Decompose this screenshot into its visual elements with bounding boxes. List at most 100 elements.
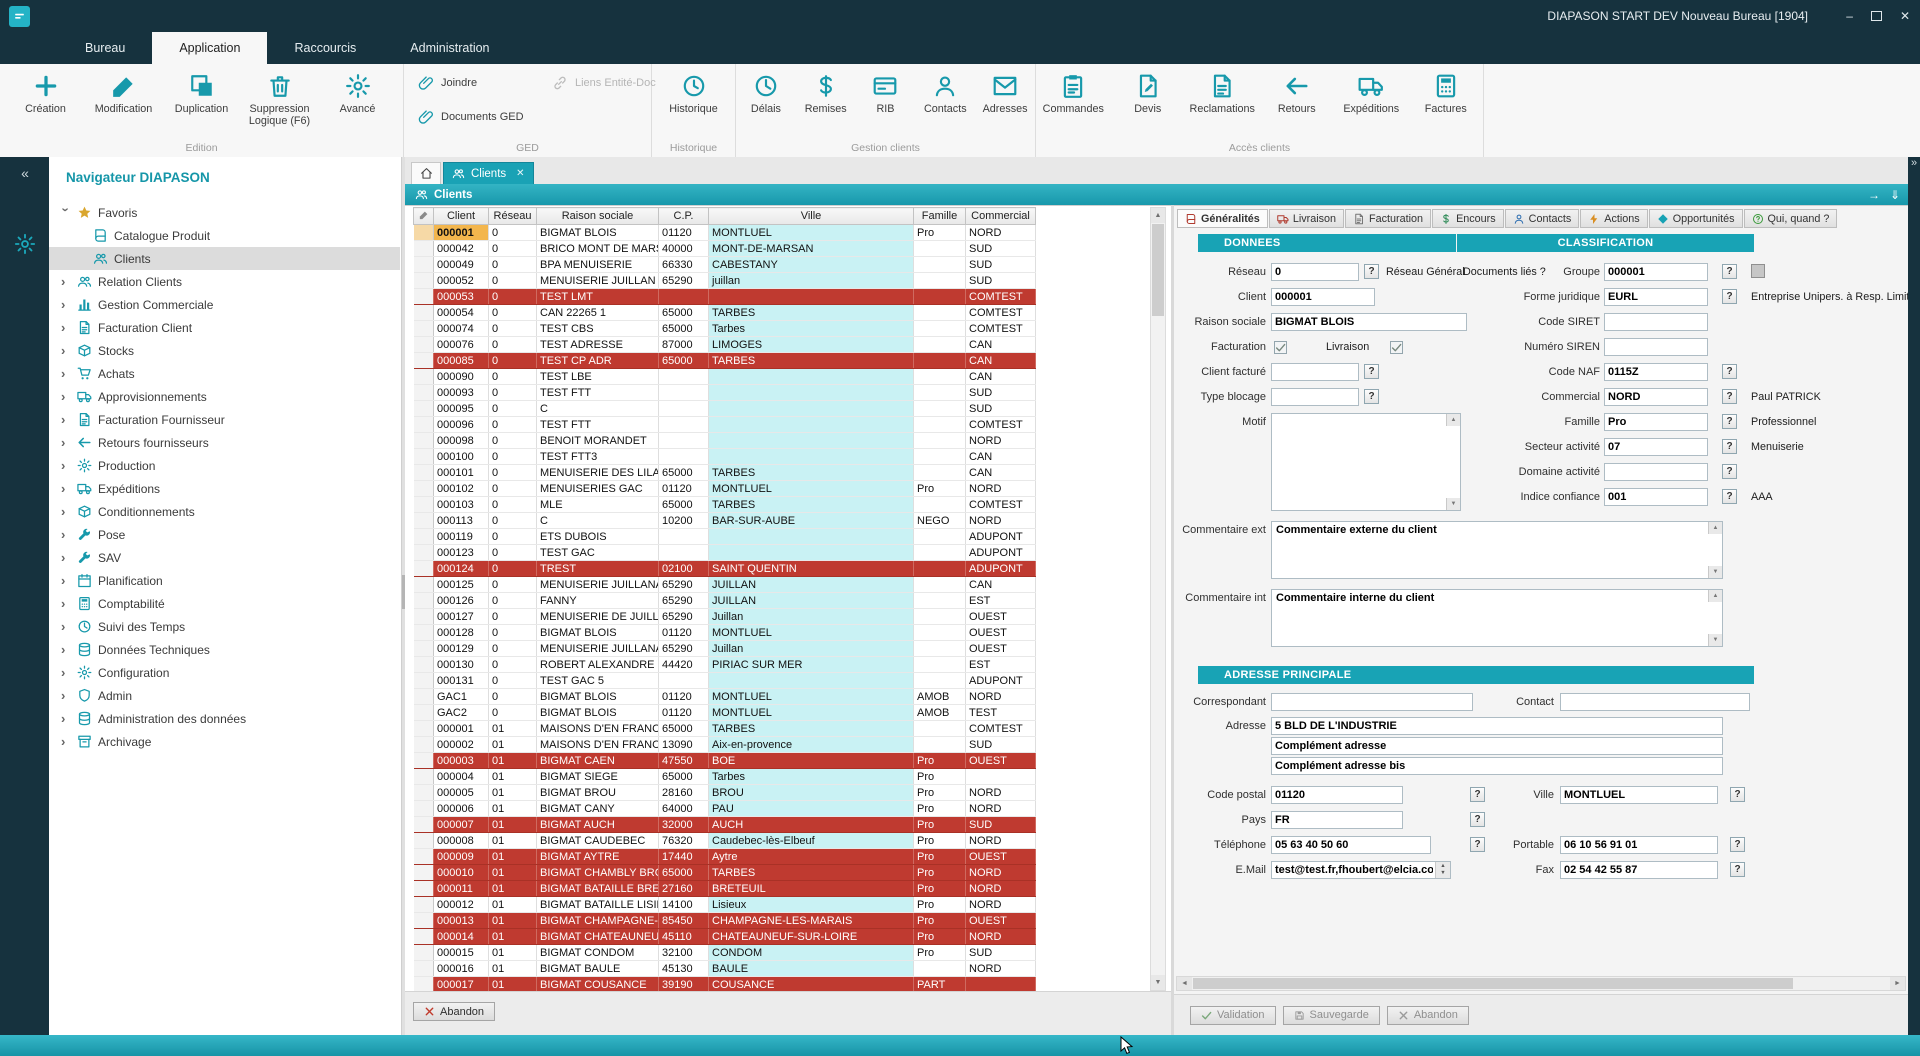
scrollbar-thumb[interactable] bbox=[1152, 224, 1164, 316]
chevron-down-icon[interactable]: › bbox=[60, 208, 73, 218]
chevron-right-icon[interactable]: › bbox=[61, 574, 71, 587]
table-row[interactable]: 0000540CAN 22265 165000TARBESCOMTEST bbox=[414, 305, 1036, 321]
scroll-right-icon[interactable]: ► bbox=[1890, 977, 1905, 990]
table-row[interactable]: 0001000TEST FTT3CAN bbox=[414, 449, 1036, 465]
scroll-down-icon[interactable]: ▼ bbox=[1151, 975, 1165, 990]
table-row[interactable]: 0001250MENUISERIE JUILLANAIS65290JUILLAN… bbox=[414, 577, 1036, 593]
minimize-button[interactable]: – bbox=[1846, 9, 1853, 23]
ribbon-button-remises[interactable]: Remises bbox=[796, 71, 856, 115]
menu-tab-application[interactable]: Application bbox=[152, 32, 267, 64]
ribbon-button-retours[interactable]: Retours bbox=[1260, 71, 1335, 115]
ribbon-button-expeditions[interactable]: Expéditions bbox=[1334, 71, 1409, 115]
sidebar-item-clients[interactable]: Clients bbox=[49, 247, 400, 270]
table-row[interactable]: 0000850TEST CP ADR65000TARBESCAN bbox=[414, 353, 1036, 369]
chevron-right-icon[interactable]: › bbox=[61, 620, 71, 633]
menu-tab-administration[interactable]: Administration bbox=[383, 32, 516, 64]
maximize-button[interactable] bbox=[1871, 11, 1882, 21]
table-row[interactable]: 0000420BRICO MONT DE MARSA40000MONT-DE-M… bbox=[414, 241, 1036, 257]
correspondant-input[interactable] bbox=[1271, 693, 1473, 711]
chevron-right-icon[interactable]: › bbox=[61, 643, 71, 656]
sidebar-item-gestion-commerciale[interactable]: ›Gestion Commerciale bbox=[49, 293, 400, 316]
table-row[interactable]: 0000960TEST FTTCOMTEST bbox=[414, 417, 1036, 433]
sidebar-item-comptabilite[interactable]: ›Comptabilité bbox=[49, 592, 400, 615]
sidebar-item-pose[interactable]: ›Pose bbox=[49, 523, 400, 546]
scroll-up-icon[interactable]: ▲ bbox=[1708, 522, 1722, 534]
horizontal-scrollbar[interactable]: ◄ ► bbox=[1176, 976, 1906, 991]
code-naf-help-button[interactable]: ? bbox=[1722, 364, 1737, 379]
dock-down-icon[interactable]: ⇓ bbox=[1890, 188, 1900, 202]
ribbon-button-joindre[interactable]: Joindre bbox=[418, 71, 540, 95]
sidebar-item-planification[interactable]: ›Planification bbox=[49, 569, 400, 592]
numero-siren-input[interactable] bbox=[1604, 338, 1708, 356]
table-row[interactable]: 00001501BIGMAT CONDOM32100CONDOMProSUD bbox=[414, 945, 1036, 961]
column-header-reseau[interactable]: Réseau bbox=[489, 208, 537, 225]
chevron-right-icon[interactable]: › bbox=[61, 321, 71, 334]
type-blocage-help-button[interactable]: ? bbox=[1364, 389, 1379, 404]
sidebar-item-facturation-client[interactable]: ›Facturation Client bbox=[49, 316, 400, 339]
table-row[interactable]: 00001101BIGMAT BATAILLE BRET27160BRETEUI… bbox=[414, 881, 1036, 897]
code-siret-input[interactable] bbox=[1604, 313, 1708, 331]
sidebar-item-conditionnements[interactable]: ›Conditionnements bbox=[49, 500, 400, 523]
groupe-help-button[interactable]: ? bbox=[1722, 264, 1737, 279]
table-row[interactable]: 0000900TEST LBECAN bbox=[414, 369, 1036, 385]
vertical-scrollbar[interactable]: ▲ ▼ bbox=[1150, 207, 1166, 991]
table-row[interactable]: 0001010MENUISERIE DES LILAS65000TARBESCA… bbox=[414, 465, 1036, 481]
sidebar-item-relation-clients[interactable]: ›Relation Clients bbox=[49, 270, 400, 293]
sidebar-item-admin[interactable]: ›Admin bbox=[49, 684, 400, 707]
table-row[interactable]: 00000901BIGMAT AYTRE17440AytreProOUEST bbox=[414, 849, 1036, 865]
code-postal-input[interactable] bbox=[1271, 786, 1403, 804]
ribbon-button-documents-ged[interactable]: Documents GED bbox=[418, 105, 540, 129]
indice-confiance-help-button[interactable]: ? bbox=[1722, 489, 1737, 504]
table-row[interactable]: 00001301BIGMAT CHAMPAGNE-L85450CHAMPAGNE… bbox=[414, 913, 1036, 929]
table-row[interactable]: 00000501BIGMAT BROU28160BROUProNORD bbox=[414, 785, 1036, 801]
client-facture-input[interactable] bbox=[1271, 363, 1359, 381]
email-input[interactable] bbox=[1272, 862, 1436, 878]
chevron-right-icon[interactable]: › bbox=[61, 551, 71, 564]
chevron-right-icon[interactable]: › bbox=[61, 735, 71, 748]
ribbon-button-devis[interactable]: Devis bbox=[1111, 71, 1186, 115]
ribbon-button-reclamations[interactable]: Reclamations bbox=[1185, 71, 1260, 115]
ribbon-button-commandes[interactable]: Commandes bbox=[1036, 71, 1111, 115]
column-header-c-p[interactable]: C.P. bbox=[659, 208, 709, 225]
table-row[interactable]: 0000740TEST CBS65000TarbesCOMTEST bbox=[414, 321, 1036, 337]
email-spinner[interactable]: ▲▼ bbox=[1435, 862, 1450, 878]
chevron-right-icon[interactable]: › bbox=[61, 275, 71, 288]
fax-help-button[interactable]: ? bbox=[1730, 862, 1745, 877]
table-row[interactable]: 00000101MAISONS D'EN FRANCE65000TARBESCO… bbox=[414, 721, 1036, 737]
table-row[interactable]: 0001280BIGMAT BLOIS01120MONTLUELOUEST bbox=[414, 625, 1036, 641]
overflow-chevrons-icon[interactable]: » bbox=[1911, 157, 1917, 169]
chevron-right-icon[interactable]: › bbox=[61, 505, 71, 518]
ribbon-button-suppression-logique-f6[interactable]: Suppression Logique (F6) bbox=[241, 71, 319, 128]
client-facture-help-button[interactable]: ? bbox=[1364, 364, 1379, 379]
tab-clients[interactable]: Clients ✕ bbox=[443, 162, 534, 184]
code-naf-input[interactable] bbox=[1604, 363, 1708, 381]
table-row[interactable]: 0001310TEST GAC 5ADUPONT bbox=[414, 673, 1036, 689]
portable-help-button[interactable]: ? bbox=[1730, 837, 1745, 852]
indice-confiance-input[interactable] bbox=[1604, 488, 1708, 506]
ribbon-button-adresses[interactable]: Adresses bbox=[975, 71, 1035, 115]
adresse-line3-input[interactable] bbox=[1271, 757, 1723, 775]
chevron-right-icon[interactable]: › bbox=[61, 344, 71, 357]
pays-input[interactable] bbox=[1271, 811, 1403, 829]
scrollbar-thumb[interactable] bbox=[1193, 978, 1793, 989]
domaine-activite-input[interactable] bbox=[1604, 463, 1708, 481]
table-row[interactable]: 00000801BIGMAT CAUDEBEC76320Caudebec-lès… bbox=[414, 833, 1036, 849]
column-header-client[interactable]: Client bbox=[434, 208, 489, 225]
dock-right-icon[interactable]: → bbox=[1868, 188, 1880, 202]
chevron-right-icon[interactable]: › bbox=[61, 712, 71, 725]
table-row[interactable]: 0001270MENUISERIE DE JUILLAN65290Juillan… bbox=[414, 609, 1036, 625]
tab-home[interactable] bbox=[411, 162, 441, 184]
sidebar-item-facturation-fournisseur[interactable]: ›Facturation Fournisseur bbox=[49, 408, 400, 431]
table-row[interactable]: 0001300ROBERT ALEXANDRE EI44420PIRIAC SU… bbox=[414, 657, 1036, 673]
table-row[interactable]: 00001001BIGMAT CHAMBLY BROC65000TARBESPr… bbox=[414, 865, 1036, 881]
table-row[interactable]: 0001260FANNY65290JUILLANEST bbox=[414, 593, 1036, 609]
scroll-down-icon[interactable]: ▼ bbox=[1708, 634, 1722, 646]
reseau-help-button[interactable]: ? bbox=[1364, 264, 1379, 279]
table-row[interactable]: GAC20BIGMAT BLOIS01120MONTLUELAMOBTEST bbox=[414, 705, 1036, 721]
abandon-button[interactable]: Abandon bbox=[413, 1002, 495, 1021]
abandon-panel-button[interactable]: Abandon bbox=[1387, 1006, 1469, 1025]
table-row[interactable]: 0001190ETS DUBOISADUPONT bbox=[414, 529, 1036, 545]
contact-input[interactable] bbox=[1560, 693, 1750, 711]
chevron-right-icon[interactable]: › bbox=[61, 597, 71, 610]
sidebar-item-sav[interactable]: ›SAV bbox=[49, 546, 400, 569]
